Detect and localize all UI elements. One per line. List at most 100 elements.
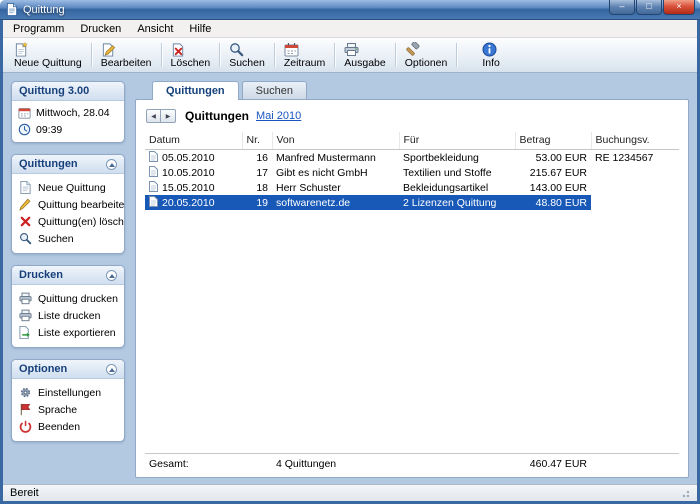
language-icon [19,403,32,416]
toolbar-info[interactable]: Info [475,39,507,71]
receipt-doc-icon [149,151,158,162]
cell-von: Manfred Mustermann [272,150,399,166]
sidebar-item-suchen[interactable]: Suchen [12,230,124,247]
toolbar-label: Zeitraum [284,57,325,69]
titlebar[interactable]: Quittung – □ × [0,0,700,20]
sidebar-item-label: Neue Quittung [38,182,106,194]
sidebar-item-label: Quittung drucken [38,293,118,305]
totals-count: 4 Quittungen [272,454,399,472]
table-row[interactable]: 10.05.201017Gibt es nicht GmbHTextilien … [145,165,679,180]
sidebar-item-beenden[interactable]: Beenden [12,418,124,435]
cell-nr: 18 [242,180,272,195]
toolbar-optionen[interactable]: Optionen [398,39,455,71]
receipt-table-body: 05.05.201016Manfred MustermannSportbekle… [145,150,679,211]
cell-datum: 05.05.2010 [145,150,242,166]
sidebar-item-liste-exportieren[interactable]: Liste exportieren [12,324,124,341]
table-header-row: Datum Nr. Von Für Betrag Buchungsv. [145,132,679,150]
workspace: Quittung 3.00 Mittwoch, 28.04 [3,73,697,484]
toolbar-separator [161,43,162,67]
period-link[interactable]: Mai 2010 [256,110,301,122]
cell-nr: 19 [242,195,272,210]
sidebar-item-quittung-bearbeiten[interactable]: Quittung bearbeiten [12,196,124,213]
receipt-doc-icon [149,181,158,192]
toolbar: Neue Quittung Bearbeiten Löschen [3,38,697,73]
column-header-datum[interactable]: Datum [145,132,242,150]
sidebar-item-quittungen-loeschen[interactable]: Quittung(en) löschen [12,213,124,230]
toolbar-loeschen[interactable]: Löschen [164,39,218,71]
menu-programm[interactable]: Programm [5,22,72,36]
sidebar-item-label: Sprache [38,404,77,416]
toolbar-separator [274,43,275,67]
toolbar-suchen[interactable]: Suchen [222,39,272,71]
cell-von: softwarenetz.de [272,195,399,210]
column-header-fuer[interactable]: Für [399,132,515,150]
collapse-icon[interactable] [106,270,117,281]
menu-hilfe[interactable]: Hilfe [181,22,219,36]
app-version-label: Quittung 3.00 [19,85,89,97]
toolbar-bearbeiten[interactable]: Bearbeiten [94,39,159,71]
minimize-button[interactable]: – [609,0,635,15]
column-header-von[interactable]: Von [272,132,399,150]
toolbar-label: Ausgabe [344,57,385,69]
sidebar-item-sprache[interactable]: Sprache [12,401,124,418]
status-bar: Bereit [3,484,697,501]
column-header-nr[interactable]: Nr. [242,132,272,150]
printer-icon [19,292,32,305]
tab-quittungen[interactable]: Quittungen [152,81,239,100]
table-row[interactable]: 20.05.201019softwarenetz.de2 Lizenzen Qu… [145,195,679,210]
collapse-icon[interactable] [106,364,117,375]
sidebar-item-label: Liste drucken [38,310,100,322]
table-row[interactable]: 15.05.201018Herr SchusterBekleidungsarti… [145,180,679,195]
delete-icon [19,215,32,228]
sidebar-item-neue-quittung[interactable]: Neue Quittung [12,179,124,196]
toolbar-spacer [459,39,475,71]
sidebar-item-einstellungen[interactable]: Einstellungen [12,384,124,401]
column-header-buchungsv[interactable]: Buchungsv. [591,132,679,150]
receipt-doc-icon [149,196,158,207]
section-quittungen: Quittungen Neue Quittung [11,154,125,254]
cell-fuer: Textilien und Stoffe [399,165,515,180]
new-receipt-icon [19,181,32,194]
toolbar-separator [456,43,457,67]
exit-icon [19,420,32,433]
calendar-icon [18,106,31,119]
receipt-table: Datum Nr. Von Für Betrag Buchungsv. 05.0… [145,132,679,210]
tab-suchen[interactable]: Suchen [242,81,307,100]
resize-grip-icon[interactable] [680,488,690,498]
section-header-quittungen[interactable]: Quittungen [12,155,124,174]
cell-datum: 20.05.2010 [145,195,242,210]
toolbar-ausgabe[interactable]: Ausgabe [337,39,392,71]
menu-bar: Programm Drucken Ansicht Hilfe [3,20,697,38]
sidebar-item-label: Suchen [38,233,74,245]
cell-buch [591,180,679,195]
app-window: Quittung – □ × Programm Drucken Ansicht … [0,0,700,504]
toolbar-zeitraum[interactable]: Zeitraum [277,39,332,71]
sidebar-item-quittung-drucken[interactable]: Quittung drucken [12,290,124,307]
window-frame: Programm Drucken Ansicht Hilfe Neue Quit… [0,20,700,504]
table-row[interactable]: 05.05.201016Manfred MustermannSportbekle… [145,150,679,166]
list-title: Quittungen [185,109,249,123]
collapse-icon[interactable] [106,159,117,170]
receipt-doc-icon [149,166,158,177]
menu-ansicht[interactable]: Ansicht [129,22,181,36]
toolbar-neue-quittung[interactable]: Neue Quittung [7,39,89,71]
next-month-button[interactable]: ▶ [161,109,176,123]
column-header-betrag[interactable]: Betrag [515,132,591,150]
cell-betrag: 48.80 EUR [515,195,591,210]
menu-drucken[interactable]: Drucken [72,22,129,36]
version-panel-header: Quittung 3.00 [12,82,124,101]
section-header-optionen[interactable]: Optionen [12,360,124,379]
section-header-drucken[interactable]: Drucken [12,266,124,285]
close-button[interactable]: × [663,0,695,15]
toolbar-label: Info [482,57,500,69]
cell-buch [591,165,679,180]
cell-fuer: 2 Lizenzen Quittung [399,195,515,210]
sidebar: Quittung 3.00 Mittwoch, 28.04 [11,81,125,478]
receipt-list-panel: ◀ ▶ Quittungen Mai 2010 Datum Nr. [135,99,689,478]
maximize-button[interactable]: □ [636,0,662,15]
edit-icon [101,42,116,57]
cell-betrag: 143.00 EUR [515,180,591,195]
previous-month-button[interactable]: ◀ [146,109,161,123]
cell-von: Gibt es nicht GmbH [272,165,399,180]
sidebar-item-liste-drucken[interactable]: Liste drucken [12,307,124,324]
